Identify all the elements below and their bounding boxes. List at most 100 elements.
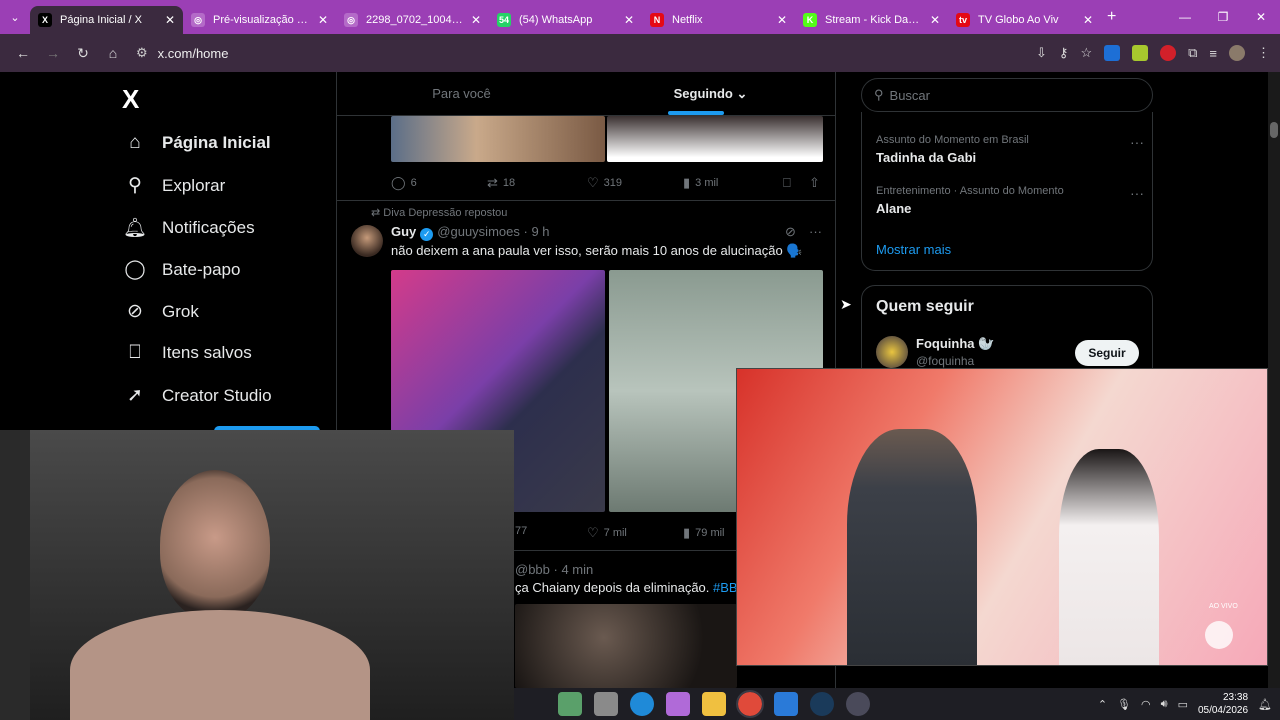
obs-icon[interactable] <box>846 692 870 716</box>
browser-tab[interactable]: ◎ Pré-visualização de i ✕ <box>183 6 336 34</box>
maximize-button[interactable]: ❐ <box>1204 0 1242 34</box>
steam-icon[interactable] <box>810 692 834 716</box>
chevron-up-icon[interactable]: ⌃ <box>1098 698 1107 711</box>
home-button[interactable]: ⌂ <box>98 45 128 61</box>
repost-button[interactable]: ⇄ 18 <box>487 175 515 191</box>
close-tab-icon[interactable]: ✕ <box>1083 13 1093 27</box>
tab-search-button[interactable]: ⌄ <box>0 0 30 34</box>
install-app-icon[interactable]: ⇩ <box>1036 45 1047 61</box>
bell-icon: 🔔︎ <box>122 218 148 239</box>
reply-button[interactable]: ◯ 6 <box>391 175 417 191</box>
widgets-icon[interactable] <box>558 692 582 716</box>
author-name[interactable]: Guy <box>391 224 416 239</box>
avatar[interactable] <box>351 225 383 257</box>
extensions-puzzle-icon[interactable]: ⧉ <box>1188 45 1197 61</box>
tv-background <box>737 369 1267 665</box>
nav-item[interactable]: ⚲ Explorar <box>122 174 225 197</box>
browser-tab[interactable]: X Página Inicial / X ✕ <box>30 6 183 34</box>
microphone-icon[interactable]: 🎙︎ <box>1117 698 1131 711</box>
repost-context[interactable]: ⇄ Diva Depressão repostou <box>371 206 507 219</box>
bookmark-star-icon[interactable]: ☆ <box>1080 45 1092 61</box>
site-info-icon[interactable]: ⚙ <box>136 45 148 61</box>
new-tab-button[interactable]: + <box>1107 8 1116 26</box>
chart-icon: ▮ <box>683 525 691 540</box>
page-scrollbar[interactable] <box>1268 72 1280 688</box>
media-controls-icon[interactable]: ≡ <box>1209 46 1217 61</box>
copilot-icon[interactable] <box>666 692 690 716</box>
more-options-icon[interactable]: ··· <box>1130 185 1144 201</box>
chevron-down-icon: ⌄ <box>736 86 748 101</box>
tweet-image[interactable] <box>391 116 605 162</box>
reload-button[interactable]: ↻ <box>68 45 98 62</box>
chrome-icon[interactable] <box>736 690 764 718</box>
trend-item[interactable]: Entretenimento · Assunto do Momento Alan… <box>876 185 1144 216</box>
file-explorer-icon[interactable] <box>702 692 726 716</box>
x-logo[interactable]: X <box>122 84 139 115</box>
tweet-time[interactable]: · 9 h <box>524 224 550 239</box>
battery-icon[interactable]: ▭ <box>1178 698 1188 711</box>
back-button[interactable]: ← <box>8 45 38 61</box>
minimize-button[interactable]: — <box>1166 0 1204 34</box>
browser-tab[interactable]: 54 (54) WhatsApp ✕ <box>489 6 642 34</box>
extension-icon[interactable] <box>1160 45 1177 61</box>
notifications-icon[interactable]: 🔔︎ <box>1258 698 1272 711</box>
nav-item[interactable]: ⌂ Página Inicial <box>122 132 270 154</box>
scrollbar-thumb[interactable] <box>1270 122 1278 138</box>
close-tab-icon[interactable]: ✕ <box>318 13 328 27</box>
profile-avatar[interactable] <box>1229 45 1245 61</box>
grok-icon[interactable]: ⊘ <box>785 224 796 240</box>
avatar[interactable] <box>876 336 908 368</box>
share-button[interactable]: ⇧ <box>809 175 825 191</box>
task-view-icon[interactable] <box>594 692 618 716</box>
close-tab-icon[interactable]: ✕ <box>930 13 940 27</box>
follow-button[interactable]: Seguir <box>1075 340 1139 366</box>
nav-item-label: Bate-papo <box>162 259 241 279</box>
extension-icon[interactable] <box>1132 45 1149 61</box>
suggested-account-handle[interactable]: @foquinha <box>916 354 974 368</box>
more-options-icon[interactable]: ··· <box>809 224 822 239</box>
tab-title: Página Inicial / X <box>60 14 142 26</box>
close-tab-icon[interactable]: ✕ <box>471 13 481 27</box>
tab-seguindo[interactable]: Seguindo ⌄ <box>586 72 835 115</box>
extension-icon[interactable] <box>1104 45 1121 61</box>
nav-item[interactable]: ◯ Bate-papo <box>122 258 240 281</box>
more-options-icon[interactable]: ··· <box>1130 134 1144 150</box>
wifi-icon[interactable]: ◠ <box>1141 698 1151 711</box>
author-handle[interactable]: @guuysimoes <box>437 224 520 239</box>
clock[interactable]: 23:38 05/04/2026 <box>1198 691 1248 717</box>
volume-icon[interactable]: 🔊︎ <box>1161 698 1168 711</box>
browser-tab[interactable]: K Stream - Kick Dashb ✕ <box>795 6 948 34</box>
browser-tab[interactable]: N Netflix ✕ <box>642 6 795 34</box>
trend-item[interactable]: Assunto do Momento em Brasil Tadinha da … <box>876 134 1144 165</box>
suggested-account-name[interactable]: Foquinha 🦭 <box>916 336 994 352</box>
address-bar[interactable]: ⚙ x.com/home <box>136 39 1056 67</box>
like-button[interactable]: ♡ 319 <box>587 175 622 191</box>
forward-button[interactable]: → <box>38 45 68 61</box>
password-key-icon[interactable]: ⚷ <box>1059 45 1069 61</box>
tab-para-voce[interactable]: Para você <box>337 72 586 115</box>
nav-item[interactable]: ➚ Creator Studio <box>122 384 272 407</box>
todo-icon[interactable] <box>774 692 798 716</box>
bookmark-button[interactable]: ⎕ <box>783 175 796 191</box>
close-tab-icon[interactable]: ✕ <box>624 13 634 27</box>
nav-item[interactable]: ⊘ Grok <box>122 300 199 323</box>
presenter-figure <box>847 429 977 665</box>
repost-count[interactable]: 77 <box>515 525 527 537</box>
views-button[interactable]: ▮ 3 mil <box>683 175 718 191</box>
nav-item[interactable]: ⎕ Itens salvos <box>122 342 251 364</box>
views-button[interactable]: ▮ 79 mil <box>683 525 725 541</box>
browser-tab[interactable]: tv TV Globo Ao Viv ✕ <box>948 6 1101 34</box>
nav-item[interactable]: 🔔︎ Notificações <box>122 216 255 240</box>
search-input[interactable]: ⚲ Buscar <box>861 78 1153 112</box>
close-window-button[interactable]: ✕ <box>1242 0 1280 34</box>
tab-favicon-icon: X <box>38 13 52 27</box>
show-more-link[interactable]: Mostrar mais <box>876 242 951 257</box>
tweet-image[interactable] <box>515 604 737 688</box>
close-tab-icon[interactable]: ✕ <box>165 13 175 27</box>
tweet-image[interactable] <box>607 116 823 162</box>
edge-icon[interactable] <box>630 692 654 716</box>
close-tab-icon[interactable]: ✕ <box>777 13 787 27</box>
browser-menu-icon[interactable]: ⋮ <box>1257 45 1270 61</box>
like-button[interactable]: ♡ 7 mil <box>587 525 627 541</box>
browser-tab[interactable]: ◎ 2298_0702_100426.p ✕ <box>336 6 489 34</box>
